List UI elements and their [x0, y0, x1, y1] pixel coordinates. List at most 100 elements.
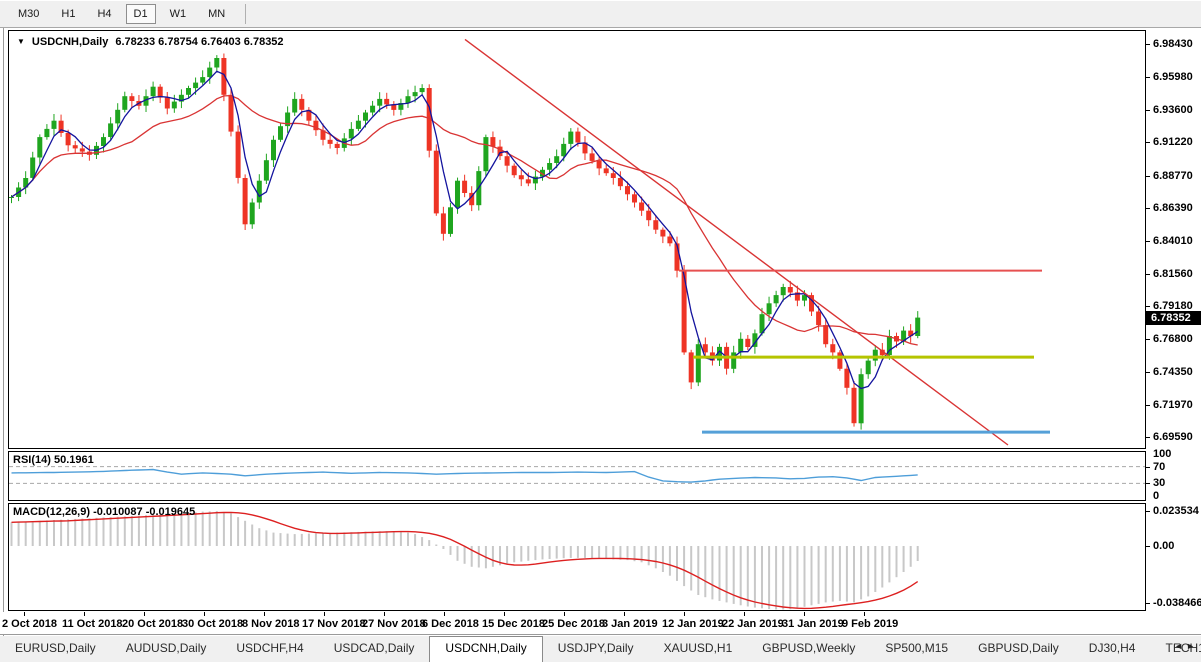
- chart-title: ▼ USDCNH,Daily 6.78233 6.78754 6.76403 6…: [17, 36, 284, 48]
- tab-gbpusd-weekly[interactable]: GBPUSD,Weekly: [747, 636, 870, 662]
- date-tick: [84, 612, 85, 616]
- date-label: 9 Feb 2019: [842, 618, 899, 630]
- axis-label: 6.88770: [1153, 169, 1193, 182]
- date-label: 30 Oct 2018: [182, 618, 244, 630]
- axis-tick: [1146, 372, 1150, 374]
- terminal-window: M30 H1 H4 D1 W1 MN ▼ USDCNH,Daily 6.78233 6.7…: [0, 0, 1201, 662]
- date-tick: [444, 612, 445, 616]
- chart-tabs: EURUSD,Daily AUDUSD,Daily USDCHF,H4 USDCAD,…: [0, 636, 1201, 662]
- date-label: 11 Oct 2018: [62, 618, 123, 630]
- tab-usdjpy-daily[interactable]: USDJPY,Daily: [543, 636, 649, 662]
- tab-gbpusd-daily[interactable]: GBPUSD,Daily: [963, 636, 1074, 662]
- tab-sp500-m15[interactable]: SP500,M15: [870, 636, 963, 662]
- left-gutter: [0, 28, 8, 662]
- date-label: 15 Dec 2018: [482, 618, 545, 630]
- timeframe-mn-button[interactable]: MN: [200, 4, 233, 24]
- axis-label: 6.71970: [1153, 398, 1193, 411]
- axis-label: 70: [1153, 460, 1166, 473]
- macd-panel[interactable]: MACD(12,26,9) -0.010087 -0.019645: [8, 503, 1146, 611]
- window-edge: [3, 28, 4, 662]
- axis-label: 6.69590: [1153, 431, 1193, 443]
- timeframe-d1-button[interactable]: D1: [125, 4, 156, 24]
- axis-tick: [1146, 273, 1150, 275]
- timeframe-h4-button[interactable]: H4: [89, 4, 119, 24]
- tabs-scroll-left-icon[interactable]: ◄: [1174, 641, 1186, 651]
- axis-label: -0.038466: [1153, 597, 1201, 610]
- rsi-plot[interactable]: [9, 452, 1145, 500]
- date-tick: [624, 612, 625, 616]
- macd-label: MACD(12,26,9) -0.010087 -0.019645: [13, 506, 196, 518]
- date-label: 25 Dec 2018: [542, 618, 605, 630]
- axis-label: 6.93600: [1153, 103, 1193, 116]
- date-label: 17 Nov 2018: [302, 618, 366, 630]
- date-tick: [324, 612, 325, 616]
- axis-label: 6.91220: [1153, 136, 1193, 149]
- chart-ohlc-values: 6.78233 6.78754 6.76403 6.78352: [115, 36, 284, 48]
- timeframe-toolbar: M30 H1 H4 D1 W1 MN: [0, 0, 1201, 28]
- date-tick: [144, 612, 145, 616]
- macd-plot[interactable]: [9, 504, 1145, 610]
- date-label: 27 Nov 2018: [362, 618, 426, 630]
- date-tick: [504, 612, 505, 616]
- axis-label: 6.84010: [1153, 234, 1193, 247]
- date-tick: [684, 612, 685, 616]
- axis-tick: [1146, 603, 1150, 605]
- axis-label: 0: [1153, 490, 1160, 502]
- axis-label: 100: [1153, 448, 1172, 460]
- axis-tick: [1146, 437, 1150, 438]
- tab-xauusd-h1[interactable]: XAUUSD,H1: [649, 636, 748, 662]
- axis-tick: [1146, 483, 1150, 485]
- date-label: 6 Dec 2018: [422, 618, 479, 630]
- axis-tick: [1146, 208, 1150, 210]
- axis-label: 6.81560: [1153, 267, 1193, 280]
- price-axis[interactable]: 6.78352 6.98430 6.95980 6.93600 6.91220 6.88…: [1146, 30, 1201, 611]
- date-tick: [264, 612, 265, 616]
- axis-label: 0.00: [1153, 540, 1175, 552]
- date-tick: [564, 612, 565, 616]
- tab-scroll-arrows: ◄►: [1174, 641, 1198, 651]
- date-tick: [804, 612, 805, 616]
- toolbar-separator: [245, 4, 247, 24]
- date-tick: [24, 612, 25, 616]
- axis-tick: [1146, 109, 1150, 111]
- axis-tick: [1146, 240, 1150, 242]
- axis-tick: [1146, 306, 1150, 308]
- rsi-label: RSI(14) 50.1961: [13, 454, 94, 466]
- date-tick: [384, 612, 385, 616]
- tab-dj30-h4[interactable]: DJ30,H4: [1074, 636, 1151, 662]
- date-label: 3 Jan 2019: [602, 618, 658, 630]
- timeframe-m30-button[interactable]: M30: [10, 4, 47, 24]
- axis-label: 6.79180: [1153, 300, 1193, 313]
- tab-eurusd-daily[interactable]: EURUSD,Daily: [0, 636, 111, 662]
- date-label: 22 Jan 2019: [722, 618, 784, 630]
- axis-tick: [1146, 175, 1150, 177]
- timeframe-h1-button[interactable]: H1: [53, 4, 83, 24]
- axis-label: 6.95980: [1153, 71, 1193, 84]
- tab-usdcnh-daily[interactable]: USDCNH,Daily: [429, 636, 543, 662]
- axis-tick: [1146, 546, 1150, 547]
- date-tick: [204, 612, 205, 616]
- main-chart-panel[interactable]: ▼ USDCNH,Daily 6.78233 6.78754 6.76403 6…: [8, 30, 1146, 449]
- date-label: 20 Oct 2018: [122, 618, 184, 630]
- rsi-panel[interactable]: RSI(14) 50.1961: [8, 451, 1146, 501]
- macd-values: -0.010087 -0.019645: [93, 506, 196, 518]
- chart-symbol-label: USDCNH,Daily: [31, 36, 109, 48]
- date-label: 12 Jan 2019: [662, 618, 724, 630]
- axis-label: 30: [1153, 477, 1166, 490]
- tab-usdchf-h4[interactable]: USDCHF,H4: [221, 636, 318, 662]
- axis-label: 6.76800: [1153, 332, 1193, 345]
- axis-label: 6.86390: [1153, 202, 1193, 215]
- date-tick: [744, 612, 745, 616]
- date-axis[interactable]: 2 Oct 2018 11 Oct 2018 20 Oct 2018 30 Oct 2…: [0, 612, 1201, 635]
- rsi-value: 50.1961: [53, 454, 94, 466]
- timeframe-w1-button[interactable]: W1: [162, 4, 195, 24]
- date-label: 8 Nov 2018: [242, 618, 300, 630]
- tab-audusd-daily[interactable]: AUDUSD,Daily: [111, 636, 222, 662]
- tab-usdcad-daily[interactable]: USDCAD,Daily: [319, 636, 430, 662]
- date-label: 2 Oct 2018: [2, 618, 58, 630]
- date-label: 31 Jan 2019: [782, 618, 844, 630]
- axis-tick: [1146, 466, 1150, 468]
- axis-tick: [1146, 338, 1150, 340]
- tabs-scroll-right-icon[interactable]: ►: [1186, 641, 1198, 651]
- candlestick-chart[interactable]: [9, 31, 1145, 448]
